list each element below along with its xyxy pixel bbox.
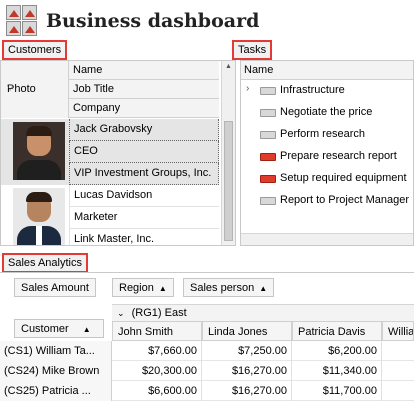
table-cell[interactable]: $16,270.00 — [202, 381, 292, 401]
customer-job-title: Marketer — [69, 207, 219, 229]
task-item[interactable]: Prepare research report — [241, 146, 413, 168]
task-name: Prepare research report — [280, 150, 397, 162]
task-item[interactable]: Report to Project Manager — [241, 190, 413, 212]
column-header-company[interactable]: Company — [69, 99, 219, 118]
customer-photo — [13, 122, 65, 180]
filter-icon[interactable]: ▽ — [7, 83, 13, 92]
collapse-chevron-icon[interactable]: ⌄ — [117, 308, 125, 318]
table-row[interactable]: (CS24) Mike Brown $20,300.00 $16,270.00 … — [0, 361, 414, 381]
sales-analytics-panel-label: Sales Analytics — [2, 253, 88, 273]
table-cell[interactable]: $6,600.00 — [112, 381, 202, 401]
task-gray-icon — [260, 131, 276, 139]
customer-row[interactable]: Lucas Davidson Marketer Link Master, Inc… — [1, 185, 219, 245]
row-header-customer[interactable]: (CS1) William Ta... — [0, 341, 112, 361]
scrollbar-thumb[interactable] — [224, 121, 233, 241]
column-header-sales-person[interactable]: Linda Jones — [202, 321, 292, 341]
column-field-sales-person[interactable]: Sales person ▲ — [183, 278, 275, 297]
task-gray-icon — [260, 197, 276, 205]
customer-photo — [13, 188, 65, 245]
customer-company: Link Master, Inc. — [69, 229, 219, 245]
sort-ascending-icon: ▲ — [259, 284, 268, 293]
task-name: Negotiate the price — [280, 106, 373, 118]
row-field-customer-label: Customer — [21, 323, 69, 335]
task-gray-icon — [260, 109, 276, 117]
task-name: Infrastructure — [280, 84, 345, 96]
table-row[interactable]: (CS25) Patricia ... $6,600.00 $16,270.00… — [0, 381, 414, 401]
column-header-photo[interactable]: Photo ▽ — [1, 61, 69, 118]
page-title: Business dashboard — [46, 10, 260, 32]
task-item[interactable]: Setup required equipment — [241, 168, 413, 190]
table-cell[interactable]: $20,300.00 — [112, 361, 202, 381]
table-cell[interactable]: $11,340.00 — [292, 361, 382, 381]
column-field-region-label: Region — [119, 282, 154, 294]
tasks-horizontal-scrollbar[interactable] — [241, 233, 413, 245]
task-red-icon — [260, 153, 276, 161]
column-field-region[interactable]: Region ▲ — [112, 278, 174, 297]
task-red-icon — [260, 175, 276, 183]
task-item[interactable]: Negotiate the price — [241, 102, 413, 124]
task-item[interactable]: › Infrastructure — [241, 80, 413, 102]
customer-name: Lucas Davidson — [69, 185, 219, 207]
title-bar: Business dashboard — [0, 0, 414, 42]
scroll-up-icon[interactable]: ▲ — [225, 63, 232, 70]
table-cell[interactable]: $7,660.00 — [112, 341, 202, 361]
customers-panel-label: Customers — [2, 40, 68, 60]
column-header-sales-person[interactable]: Patricia Davis — [292, 321, 382, 341]
column-field-sales-person-label: Sales person — [190, 282, 255, 294]
tasks-panel-label: Tasks — [232, 40, 273, 60]
column-group-label: (RG1) East — [131, 307, 187, 319]
column-header-job-title[interactable]: Job Title — [69, 80, 219, 99]
row-field-customer[interactable]: Customer ▲ — [14, 319, 104, 338]
column-group-header[interactable]: ⌄ (RG1) East — [112, 304, 414, 321]
customers-grid[interactable]: Photo ▽ Name Job Title Company Jack Grab… — [0, 60, 236, 246]
sales-pivot-grid[interactable]: Sales Amount Region ▲ Sales person ▲ ⌄ (RG… — [0, 272, 414, 401]
table-cell[interactable]: $6,200.00 — [292, 341, 382, 361]
task-item[interactable]: Perform research — [241, 124, 413, 146]
row-header-customer[interactable]: (CS25) Patricia ... — [0, 381, 112, 401]
column-header-sales-person[interactable]: Willia — [382, 321, 414, 341]
tasks-tree[interactable]: Name › Infrastructure Negotiate the pric… — [240, 60, 414, 246]
task-gray-icon — [260, 87, 276, 95]
table-cell[interactable]: $11,700.00 — [292, 381, 382, 401]
customer-job-title: CEO — [69, 141, 219, 163]
task-name: Report to Project Manager — [280, 194, 410, 206]
table-row[interactable]: (CS1) William Ta... $7,660.00 $7,250.00 … — [0, 341, 414, 361]
sort-ascending-icon: ▲ — [158, 284, 167, 293]
sort-ascending-icon: ▲ — [82, 325, 91, 334]
column-header-sales-person[interactable]: John Smith — [112, 321, 202, 341]
column-header-name[interactable]: Name — [69, 61, 219, 80]
data-field-sales-amount[interactable]: Sales Amount — [14, 278, 96, 297]
customers-vertical-scrollbar[interactable]: ▲ — [221, 61, 235, 245]
customer-company: VIP Investment Groups, Inc. — [69, 163, 219, 185]
column-header-task-name[interactable]: Name — [241, 61, 413, 80]
table-cell[interactable]: $16,270.00 — [202, 361, 292, 381]
customer-name: Jack Grabovsky — [69, 119, 219, 141]
business-dashboard-icon — [6, 5, 38, 37]
table-cell[interactable]: $7,250.00 — [202, 341, 292, 361]
customer-row[interactable]: Jack Grabovsky CEO VIP Investment Groups… — [1, 119, 219, 185]
customers-grid-header: Photo ▽ Name Job Title Company — [1, 61, 219, 118]
task-name: Perform research — [280, 128, 365, 140]
expand-chevron-icon[interactable]: › — [246, 83, 249, 94]
task-name: Setup required equipment — [280, 172, 407, 184]
row-header-customer[interactable]: (CS24) Mike Brown — [0, 361, 112, 381]
